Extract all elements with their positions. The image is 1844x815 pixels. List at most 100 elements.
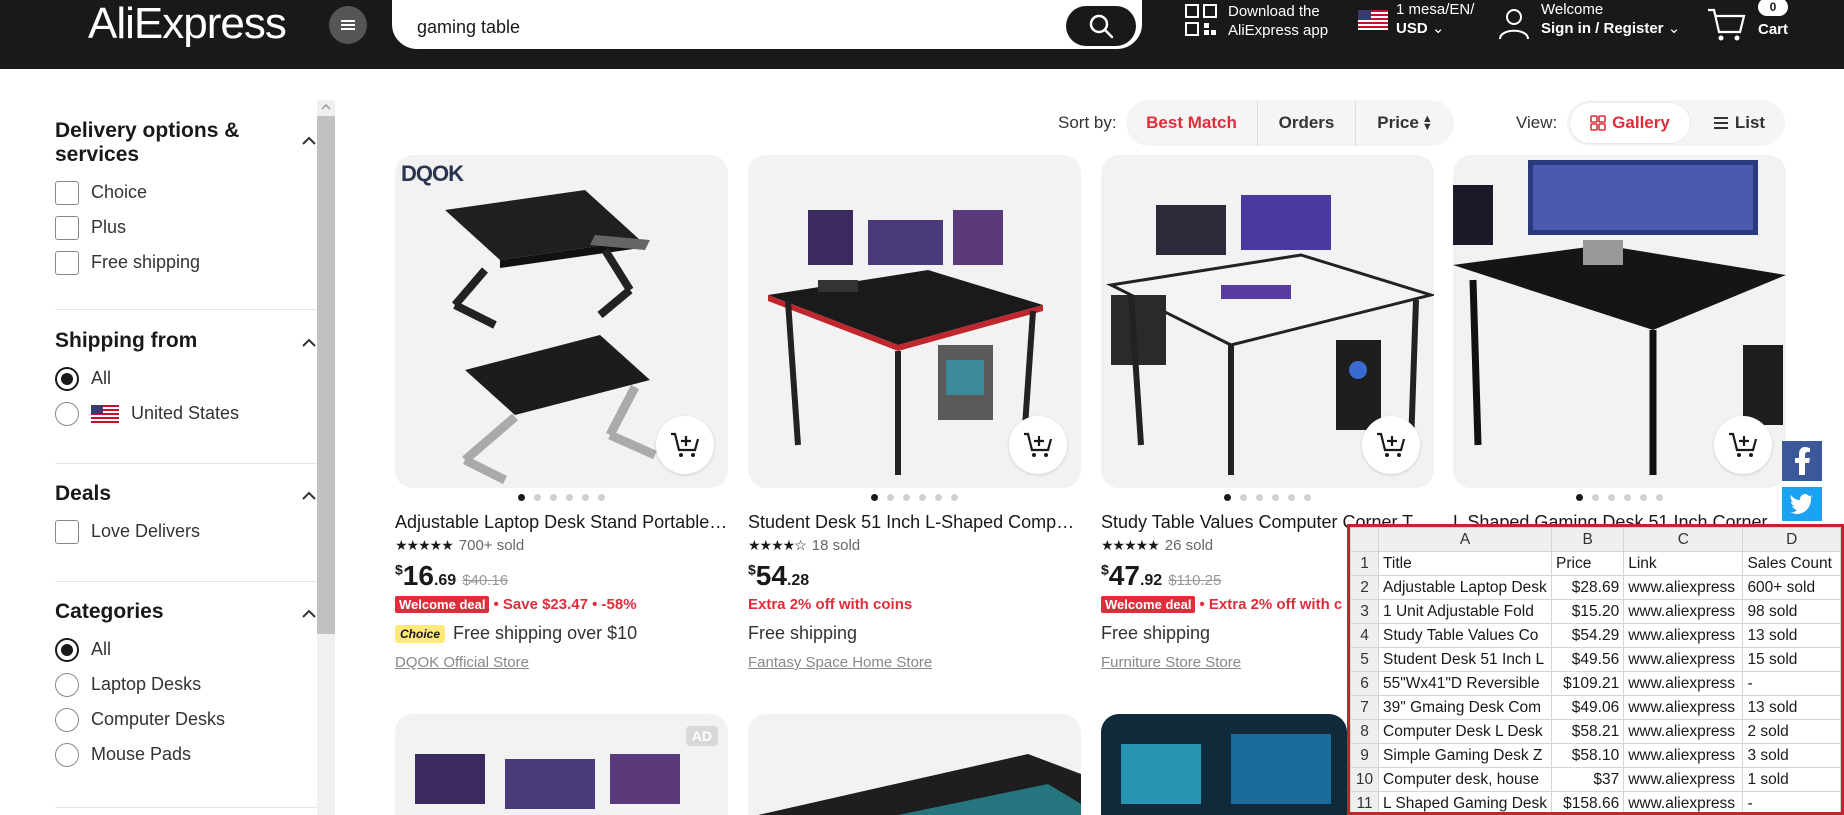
section-title[interactable]: Categories bbox=[55, 600, 317, 624]
filter-option-plus[interactable]: Plus bbox=[55, 210, 317, 245]
sheet-cell[interactable]: 15 sold bbox=[1742, 647, 1841, 672]
search-button[interactable] bbox=[1066, 6, 1136, 46]
sheet-cell[interactable]: $37 bbox=[1551, 767, 1625, 792]
add-to-cart-button[interactable] bbox=[656, 416, 714, 474]
sheet-cell[interactable]: Computer Desk L Desk bbox=[1378, 719, 1553, 744]
sheet-cell[interactable]: www.aliexpress bbox=[1623, 647, 1744, 672]
sheet-cell[interactable]: $49.06 bbox=[1551, 695, 1625, 720]
sheet-cell[interactable]: Price bbox=[1551, 551, 1625, 576]
row-number[interactable]: 9 bbox=[1350, 743, 1380, 768]
product-card[interactable] bbox=[748, 714, 1081, 815]
product-card[interactable]: AD bbox=[395, 714, 728, 815]
filter-option-united-states[interactable]: United States bbox=[55, 396, 317, 431]
sheet-cell[interactable]: - bbox=[1742, 791, 1841, 812]
sheet-cell[interactable]: 3 sold bbox=[1742, 743, 1841, 768]
sheet-cell[interactable]: 13 sold bbox=[1742, 623, 1841, 648]
radio[interactable] bbox=[55, 401, 79, 426]
image-carousel-dots[interactable] bbox=[1101, 494, 1434, 504]
sheet-cell[interactable]: $28.69 bbox=[1551, 575, 1625, 600]
product-image[interactable] bbox=[748, 155, 1081, 488]
checkbox[interactable] bbox=[55, 180, 79, 205]
add-to-cart-button[interactable] bbox=[1362, 416, 1420, 474]
sheet-cell[interactable]: Sales Count bbox=[1742, 551, 1841, 576]
sheet-cell[interactable]: www.aliexpress bbox=[1623, 743, 1744, 768]
row-number[interactable]: 4 bbox=[1350, 623, 1380, 648]
product-image[interactable] bbox=[1453, 155, 1786, 488]
row-number[interactable]: 5 bbox=[1350, 647, 1380, 672]
column-header[interactable]: D bbox=[1742, 527, 1841, 552]
sheet-cell[interactable]: www.aliexpress bbox=[1623, 671, 1744, 696]
radio[interactable] bbox=[55, 707, 79, 732]
sheet-cell[interactable]: www.aliexpress bbox=[1623, 791, 1744, 812]
category-option-mouse-pads[interactable]: Mouse Pads bbox=[55, 737, 317, 772]
store-link[interactable]: DQOK Official Store bbox=[395, 654, 728, 671]
chevron-up-icon[interactable] bbox=[301, 488, 317, 504]
sheet-cell[interactable]: www.aliexpress bbox=[1623, 599, 1744, 624]
checkbox[interactable] bbox=[55, 519, 79, 544]
image-carousel-dots[interactable] bbox=[748, 494, 1081, 504]
sheet-cell[interactable]: 39" Gmaing Desk Com bbox=[1378, 695, 1553, 720]
sheet-cell[interactable]: www.aliexpress bbox=[1623, 623, 1744, 648]
sign-in-link[interactable]: Sign in / Register bbox=[1541, 20, 1664, 37]
filter-option-love-delivers[interactable]: Love Delivers bbox=[55, 514, 317, 549]
menu-button[interactable] bbox=[329, 6, 367, 44]
sheet-cell[interactable]: 55"Wx41"D Reversible bbox=[1378, 671, 1553, 696]
column-header[interactable]: B bbox=[1551, 527, 1625, 552]
product-card[interactable]: DQOK Adjustable Laptop Desk Stand Portab… bbox=[395, 155, 728, 671]
radio[interactable] bbox=[55, 672, 79, 697]
product-image[interactable]: DQOK bbox=[395, 155, 728, 488]
facebook-share-button[interactable] bbox=[1782, 441, 1822, 481]
radio-selected[interactable] bbox=[55, 366, 79, 391]
filter-option-free-shipping[interactable]: Free shipping bbox=[55, 245, 317, 280]
column-header[interactable]: A bbox=[1378, 527, 1553, 552]
aliexpress-logo[interactable]: AliExpress bbox=[88, 0, 287, 48]
radio[interactable] bbox=[55, 742, 79, 767]
corner-cell[interactable] bbox=[1350, 527, 1380, 552]
product-title[interactable]: Adjustable Laptop Desk Stand Portable Al… bbox=[395, 512, 728, 533]
checkbox[interactable] bbox=[55, 250, 79, 275]
sort-best-match[interactable]: Best Match bbox=[1126, 100, 1258, 146]
sheet-cell[interactable]: $49.56 bbox=[1551, 647, 1625, 672]
sheet-cell[interactable]: 1 Unit Adjustable Fold bbox=[1378, 599, 1553, 624]
sheet-cell[interactable]: $15.20 bbox=[1551, 599, 1625, 624]
product-card[interactable]: Student Desk 51 Inch L-Shaped Computer D… bbox=[748, 155, 1081, 671]
column-header[interactable]: C bbox=[1623, 527, 1744, 552]
image-carousel-dots[interactable] bbox=[395, 494, 728, 504]
add-to-cart-button[interactable] bbox=[1714, 416, 1772, 474]
filter-option-choice[interactable]: Choice bbox=[55, 175, 317, 210]
sheet-cell[interactable]: - bbox=[1742, 671, 1841, 696]
row-number[interactable]: 7 bbox=[1350, 695, 1380, 720]
sheet-cell[interactable]: $109.21 bbox=[1551, 671, 1625, 696]
sheet-cell[interactable]: www.aliexpress bbox=[1623, 575, 1744, 600]
sheet-cell[interactable]: Title bbox=[1378, 551, 1553, 576]
row-number[interactable]: 10 bbox=[1350, 767, 1380, 792]
scroll-up-arrow-icon[interactable] bbox=[321, 102, 331, 112]
category-option-all[interactable]: All bbox=[55, 632, 317, 667]
search-input[interactable] bbox=[417, 13, 1017, 41]
row-number[interactable]: 2 bbox=[1350, 575, 1380, 600]
sheet-cell[interactable]: www.aliexpress bbox=[1623, 695, 1744, 720]
category-option-laptop-desks[interactable]: Laptop Desks bbox=[55, 667, 317, 702]
sheet-cell[interactable]: 98 sold bbox=[1742, 599, 1841, 624]
sheet-cell[interactable]: 600+ sold bbox=[1742, 575, 1841, 600]
row-number[interactable]: 11 bbox=[1350, 791, 1380, 812]
sort-price[interactable]: Price ▲ ▼ bbox=[1356, 100, 1454, 146]
product-card[interactable]: L Shaped Gaming Desk 51 Inch Corner bbox=[1453, 155, 1786, 533]
checkbox[interactable] bbox=[55, 215, 79, 240]
image-carousel-dots[interactable] bbox=[1453, 494, 1786, 504]
product-card[interactable] bbox=[1101, 714, 1347, 815]
radio-selected[interactable] bbox=[55, 637, 79, 662]
row-number[interactable]: 3 bbox=[1350, 599, 1380, 624]
sheet-cell[interactable]: Adjustable Laptop Desk bbox=[1378, 575, 1553, 600]
row-number[interactable]: 8 bbox=[1350, 719, 1380, 744]
chevron-up-icon[interactable] bbox=[301, 606, 317, 622]
sort-orders[interactable]: Orders bbox=[1258, 100, 1356, 146]
product-image[interactable] bbox=[1101, 155, 1434, 488]
view-list-button[interactable]: List bbox=[1693, 100, 1785, 146]
row-number[interactable]: 1 bbox=[1350, 551, 1380, 576]
chevron-up-icon[interactable] bbox=[301, 335, 317, 351]
chevron-up-icon[interactable] bbox=[301, 133, 317, 149]
sheet-cell[interactable]: $158.66 bbox=[1551, 791, 1625, 812]
view-gallery-button[interactable]: Gallery bbox=[1569, 102, 1691, 144]
sheet-cell[interactable]: 1 sold bbox=[1742, 767, 1841, 792]
